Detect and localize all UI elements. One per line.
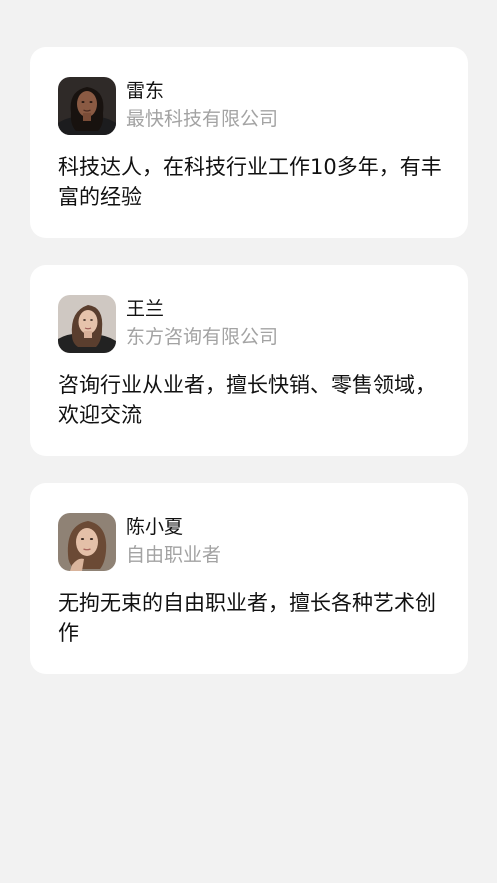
contact-info: 王兰 东方咨询有限公司 — [126, 295, 278, 350]
contact-info: 雷东 最快科技有限公司 — [126, 77, 278, 132]
card-header: 雷东 最快科技有限公司 — [58, 77, 440, 135]
person-photo-icon — [58, 513, 116, 571]
avatar[interactable] — [58, 295, 116, 353]
contact-name: 王兰 — [126, 298, 165, 320]
contact-info: 陈小夏 自由职业者 — [126, 513, 221, 568]
card-header: 陈小夏 自由职业者 — [58, 513, 440, 571]
contact-company: 自由职业者 — [126, 544, 222, 566]
contact-card[interactable]: 雷东 最快科技有限公司 科技达人，在科技行业工作10多年，有丰富的经验 — [30, 47, 468, 238]
contact-description: 无拘无束的自由职业者，擅长各种艺术创作 — [58, 591, 436, 645]
person-photo-icon — [58, 77, 116, 135]
contact-description: 咨询行业从业者，擅长快销、零售领域，欢迎交流 — [58, 373, 436, 427]
contact-company: 最快科技有限公司 — [126, 108, 279, 130]
person-photo-icon — [58, 295, 116, 353]
avatar[interactable] — [58, 77, 116, 135]
contact-card[interactable]: 陈小夏 自由职业者 无拘无束的自由职业者，擅长各种艺术创作 — [30, 483, 468, 674]
avatar[interactable] — [58, 513, 116, 571]
contact-company: 东方咨询有限公司 — [126, 326, 279, 348]
contact-description: 科技达人，在科技行业工作10多年，有丰富的经验 — [58, 155, 442, 209]
contact-card[interactable]: 王兰 东方咨询有限公司 咨询行业从业者，擅长快销、零售领域，欢迎交流 — [30, 265, 468, 456]
contact-name: 雷东 — [126, 80, 165, 102]
contact-name: 陈小夏 — [126, 516, 184, 538]
contact-card-list: 雷东 最快科技有限公司 科技达人，在科技行业工作10多年，有丰富的经验 王兰 东… — [30, 47, 468, 701]
card-header: 王兰 东方咨询有限公司 — [58, 295, 440, 353]
